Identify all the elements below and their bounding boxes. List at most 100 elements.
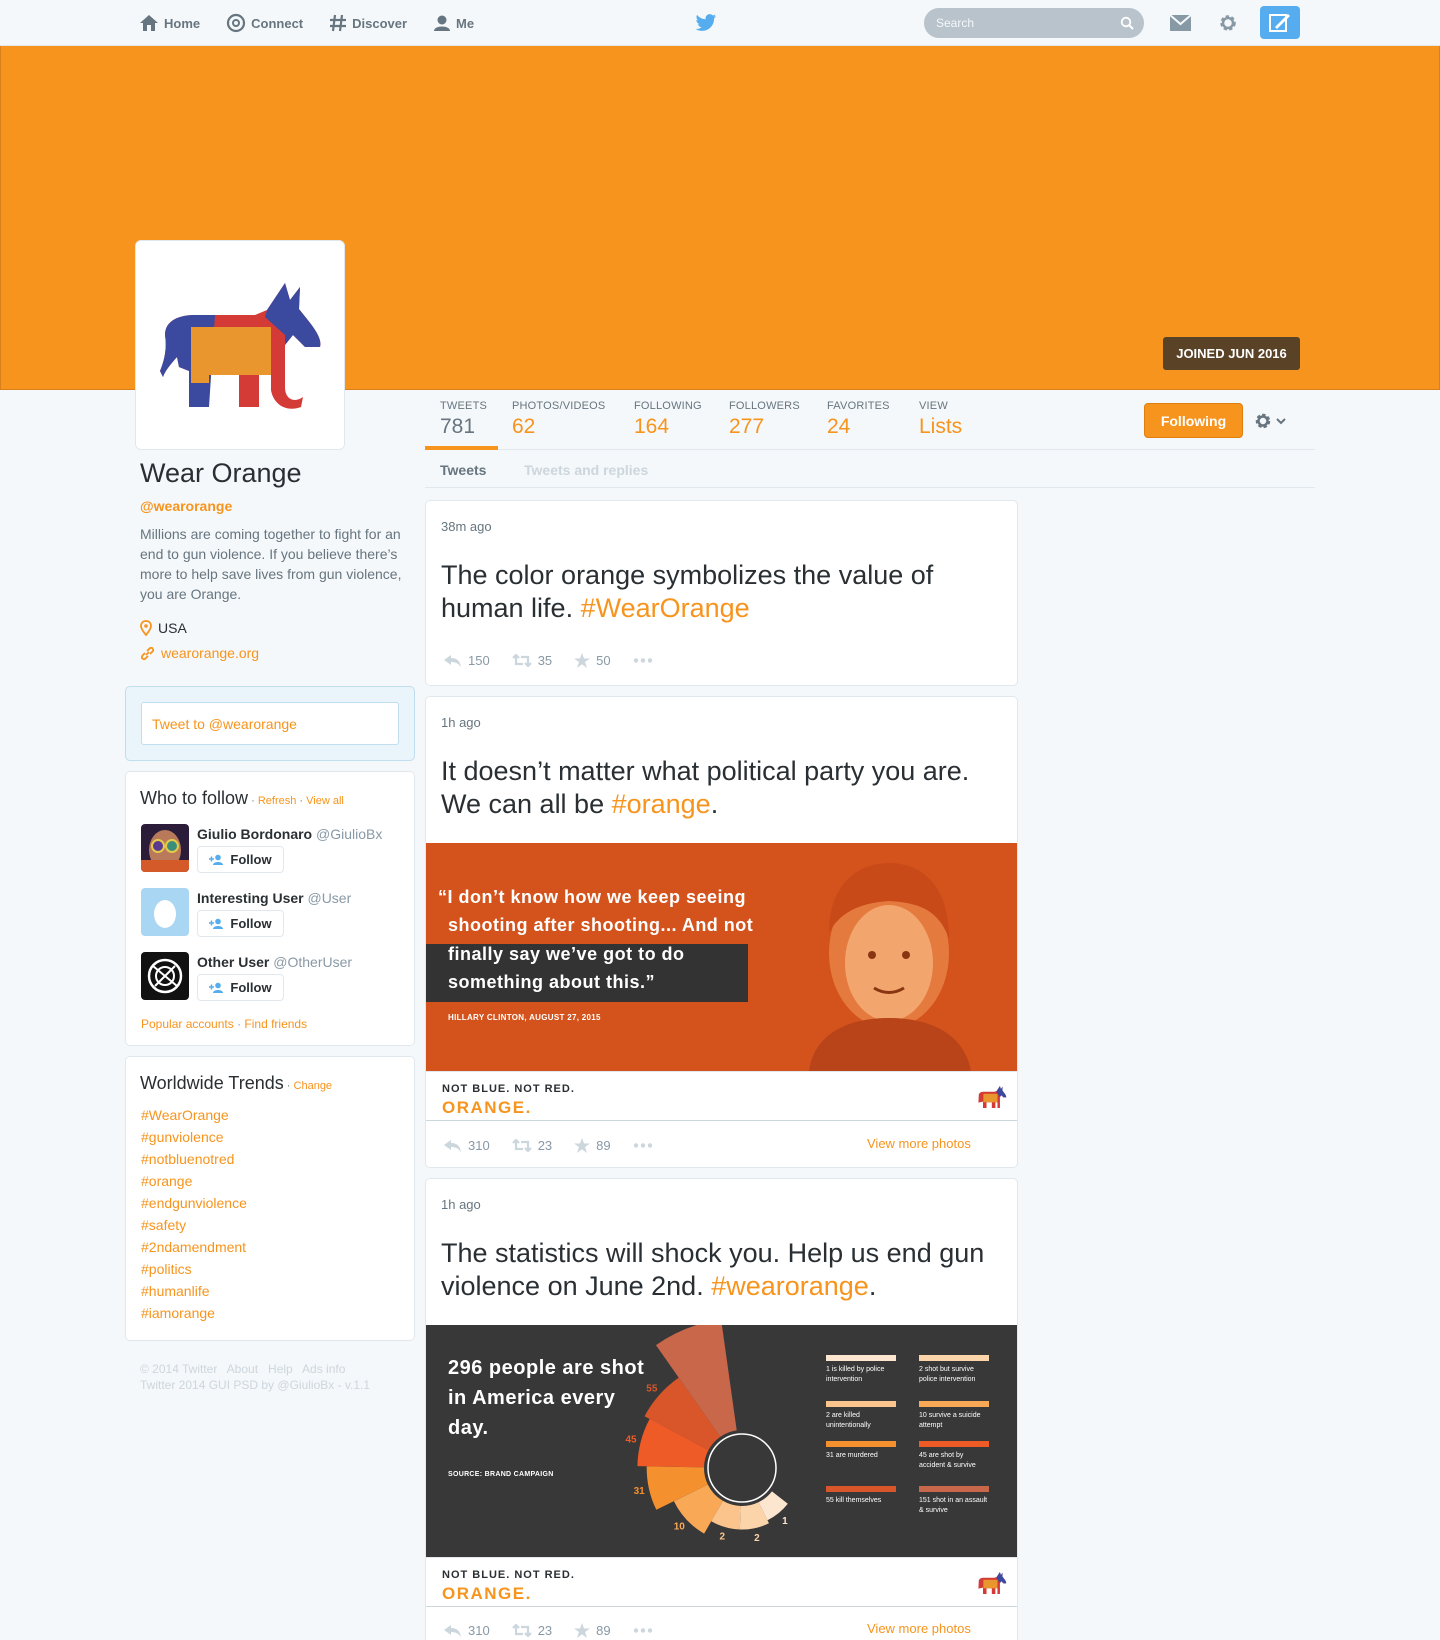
tweet-card[interactable]: 1h ago The statistics will shock you. He… (425, 1178, 1018, 1640)
trend-item[interactable]: #gunviolence (141, 1129, 224, 1145)
default-egg-avatar (141, 888, 189, 936)
retweet-action[interactable]: 23 (511, 1623, 553, 1638)
stat-value: 62 (512, 415, 536, 438)
stat-label: FAVORITES (827, 400, 890, 412)
change-trends-link[interactable]: Change (294, 1080, 333, 1092)
tab-tweets-and-replies[interactable]: Tweets and replies (524, 462, 648, 478)
search-input[interactable] (936, 16, 1116, 30)
nav-connect[interactable]: Connect (226, 13, 303, 33)
retweet-count: 23 (537, 1623, 553, 1638)
following-button[interactable]: Following (1144, 403, 1243, 438)
search-box (924, 8, 1144, 38)
tweet-media-quote-card[interactable]: “I don’t know how we keep seeing shootin… (426, 843, 1017, 1071)
gear-icon[interactable] (1217, 12, 1239, 34)
compose-tweet-button[interactable] (1260, 6, 1300, 39)
favorite-action[interactable]: 89 (574, 1138, 611, 1153)
avatar[interactable] (141, 952, 189, 1000)
footer-links-line[interactable]: © 2014 Twitter About Help Ads info (140, 1361, 370, 1377)
favorite-action[interactable]: 50 (574, 653, 611, 668)
avatar[interactable] (141, 888, 189, 936)
tweet-hashtag[interactable]: #orange (612, 789, 711, 819)
view-more-photos-link[interactable]: View more photos (867, 1136, 971, 1151)
suggested-user-fullname: Other User (197, 954, 270, 970)
at-icon (227, 13, 246, 33)
trend-item[interactable]: #endgunviolence (141, 1195, 247, 1211)
retweet-action[interactable]: 23 (511, 1138, 552, 1153)
separator: · (283, 1080, 294, 1092)
tweet-hashtag[interactable]: #WearOrange (581, 593, 750, 623)
infographic-headline: 296 people are shot in America every day… (448, 1357, 645, 1439)
more-action[interactable] (633, 658, 659, 663)
envelope-icon[interactable] (1169, 14, 1192, 32)
trend-item[interactable]: #orange (141, 1173, 192, 1189)
suggested-user-handle: @GiulioBx (316, 826, 383, 842)
nav-home[interactable]: Home (139, 14, 200, 32)
who-to-follow-title: Who to follow (140, 788, 249, 808)
favorite-action[interactable]: 89 (574, 1623, 611, 1638)
reply-action[interactable]: 310 (444, 1623, 490, 1638)
add-user-icon (209, 918, 224, 929)
legend-text: 31 are murdered (826, 1452, 878, 1459)
trend-item[interactable]: #humanlife (141, 1283, 210, 1299)
stat-photos-videos[interactable]: PHOTOS/VIDEOS 62 (512, 400, 605, 439)
radial-segment-label: 45 (625, 1434, 637, 1445)
trend-item[interactable]: #iamorange (141, 1305, 215, 1321)
more-action[interactable] (633, 1143, 659, 1148)
compose-icon (1269, 13, 1290, 32)
stat-value: 164 (634, 415, 670, 438)
profile-handle[interactable]: @wearorange (140, 498, 232, 514)
user-actions-dropdown[interactable] (1253, 411, 1286, 431)
stat-favorites[interactable]: FAVORITES 24 (827, 400, 890, 439)
nav-me[interactable]: Me (433, 14, 474, 32)
trend-item[interactable]: #safety (141, 1217, 186, 1233)
refresh-link[interactable]: Refresh (258, 795, 297, 807)
tweet-to-input[interactable] (141, 702, 399, 745)
profile-avatar[interactable] (135, 240, 345, 450)
tweet-hashtag[interactable]: #wearorange (711, 1271, 869, 1301)
legend-item: 2 shot but survive police intervention (919, 1355, 991, 1385)
nav-discover[interactable]: Discover (329, 14, 407, 32)
twitter-bird-icon[interactable] (695, 13, 717, 33)
stat-tweets[interactable]: TWEETS 781 (440, 400, 487, 439)
star-icon (574, 653, 591, 668)
stat-following[interactable]: FOLLOWING 164 (634, 400, 702, 439)
find-friends-link[interactable]: Find friends (244, 1017, 307, 1031)
stat-lists[interactable]: VIEW Lists (919, 400, 962, 439)
follow-button[interactable]: Follow (197, 910, 284, 937)
legend-swatch (919, 1441, 989, 1447)
tab-tweets[interactable]: Tweets (440, 462, 486, 478)
tweet-timestamp[interactable]: 38m ago (441, 519, 492, 534)
favorite-count: 89 (596, 1138, 611, 1153)
search-icon[interactable] (1120, 16, 1134, 30)
more-action[interactable] (633, 1628, 659, 1633)
suggested-user-name[interactable]: Interesting User @User (197, 890, 351, 906)
reply-action[interactable]: 150 (444, 653, 490, 668)
legend-swatch (919, 1355, 989, 1361)
tweet-media-infographic[interactable]: 296 people are shot in America every day… (426, 1325, 1017, 1557)
trend-item[interactable]: #WearOrange (141, 1107, 229, 1123)
reply-action[interactable]: 310 (444, 1138, 490, 1153)
trend-item[interactable]: #notbluenotred (141, 1151, 234, 1167)
follow-button[interactable]: Follow (197, 974, 284, 1001)
legend-text: 1 is killed by police intervention (826, 1366, 885, 1383)
tweet-timestamp[interactable]: 1h ago (441, 1197, 481, 1212)
retweet-action[interactable]: 35 (511, 653, 552, 668)
donkey-logo-icon (978, 1086, 1007, 1108)
suggested-user-name[interactable]: Other User @OtherUser (197, 954, 352, 970)
avatar[interactable] (141, 824, 189, 872)
tweet-card[interactable]: 1h ago It doesn’t matter what political … (425, 696, 1018, 1168)
suggested-user-name[interactable]: Giulio Bordonaro @GiulioBx (197, 826, 382, 842)
trend-item[interactable]: #politics (141, 1261, 192, 1277)
stat-followers[interactable]: FOLLOWERS 277 (729, 400, 800, 439)
view-more-photos-link[interactable]: View more photos (867, 1621, 971, 1636)
stat-label: VIEW (919, 400, 948, 412)
view-all-link[interactable]: View all (306, 795, 344, 807)
tweet-timestamp[interactable]: 1h ago (441, 715, 481, 730)
popular-accounts-link[interactable]: Popular accounts (141, 1017, 234, 1031)
tweet-card[interactable]: 38m ago The color orange symbolizes the … (425, 500, 1018, 686)
trends-title: Worldwide Trends (140, 1073, 284, 1093)
profile-website[interactable]: wearorange.org (140, 645, 259, 661)
trend-item[interactable]: #2ndamendment (141, 1239, 246, 1255)
stat-label: FOLLOWERS (729, 400, 800, 412)
follow-button[interactable]: Follow (197, 846, 284, 873)
